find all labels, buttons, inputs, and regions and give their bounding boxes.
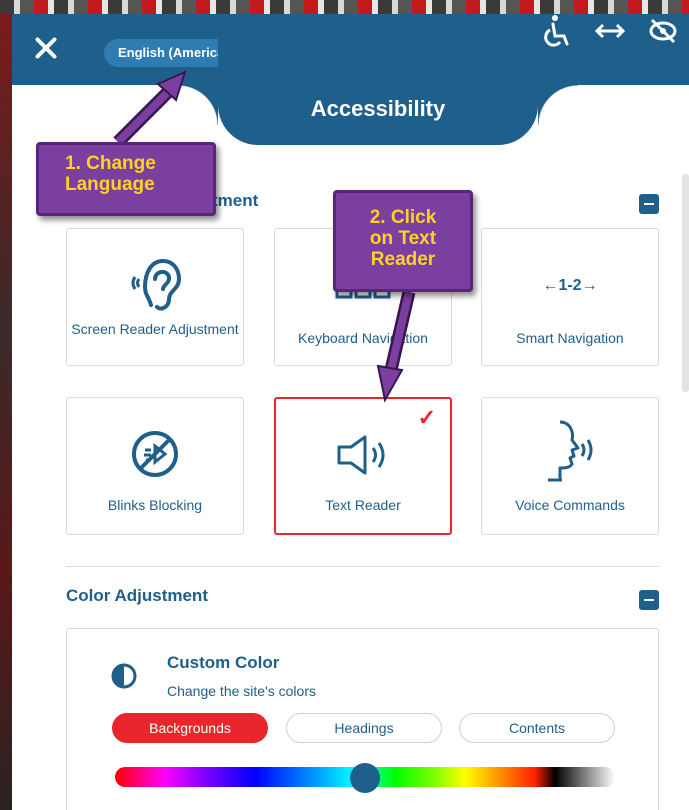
close-icon[interactable] (34, 36, 58, 60)
card-voice-commands[interactable]: Voice Commands (481, 397, 659, 535)
card-label-keyboard-navigation: Keyboard Navigation (298, 330, 428, 346)
page-title: Accessibility (310, 96, 446, 121)
card-blinks-blocking[interactable]: Blinks Blocking (66, 397, 244, 535)
section-title-content: tment (212, 191, 259, 210)
scrollbar-thumb[interactable] (682, 174, 689, 392)
card-label-voice-commands: Voice Commands (515, 497, 625, 513)
card-label-text-reader: Text Reader (325, 497, 401, 513)
speaker-icon (337, 435, 385, 475)
card-label-smart-navigation: Smart Navigation (516, 330, 624, 346)
color-slider-handle[interactable] (350, 763, 380, 793)
smart-nav-icon: ←1-2→ (542, 277, 598, 294)
annotation-step-1-line-2: Language (65, 174, 155, 195)
hide-eye-icon[interactable] (648, 14, 678, 48)
annotation-step-2-line-1: 2. Click (369, 207, 437, 228)
voice-head-icon (548, 420, 593, 482)
custom-color-box: Custom Color Change the site's colors Ba… (66, 628, 659, 810)
card-smart-navigation[interactable]: ←1-2→ Smart Navigation (481, 228, 659, 366)
tab-contents[interactable]: Contents (459, 713, 615, 743)
custom-color-subtitle: Change the site's colors (167, 683, 316, 699)
collapse-content-button[interactable] (639, 194, 659, 214)
card-label-blinks-blocking: Blinks Blocking (107, 497, 203, 513)
resize-horizontal-icon[interactable] (595, 14, 625, 48)
annotation-step-1: 1. Change Language (36, 142, 216, 216)
tab-headings[interactable]: Headings (286, 713, 442, 743)
background-image-edge (0, 14, 12, 810)
ear-sound-icon (131, 258, 182, 311)
custom-color-title: Custom Color (167, 653, 280, 672)
title-tab: Accessibility (178, 14, 578, 145)
accessibility-panel: English (American) ⌄ Accessibility tment (12, 14, 689, 810)
annotation-step-1-line-1: 1. Change (65, 153, 156, 174)
section-title-color: Color Adjustment (66, 586, 208, 605)
card-text-reader[interactable]: ✓ Text Reader (274, 397, 452, 535)
card-label-screen-reader: Screen Reader Adjustment (71, 321, 239, 337)
tab-backgrounds[interactable]: Backgrounds (112, 713, 268, 743)
card-screen-reader[interactable]: Screen Reader Adjustment (66, 228, 244, 366)
collapse-color-button[interactable] (639, 590, 659, 610)
blink-block-icon (132, 431, 178, 477)
accessibility-person-icon[interactable] (542, 14, 572, 48)
annotation-step-2-line-3: Reader (370, 249, 436, 270)
background-image-strip (0, 0, 689, 14)
contrast-icon (111, 663, 137, 689)
section-divider (66, 566, 659, 567)
check-icon: ✓ (417, 405, 436, 430)
annotation-step-2-line-2: on Text (369, 228, 437, 249)
annotation-step-2: 2. Click on Text Reader (333, 190, 473, 292)
